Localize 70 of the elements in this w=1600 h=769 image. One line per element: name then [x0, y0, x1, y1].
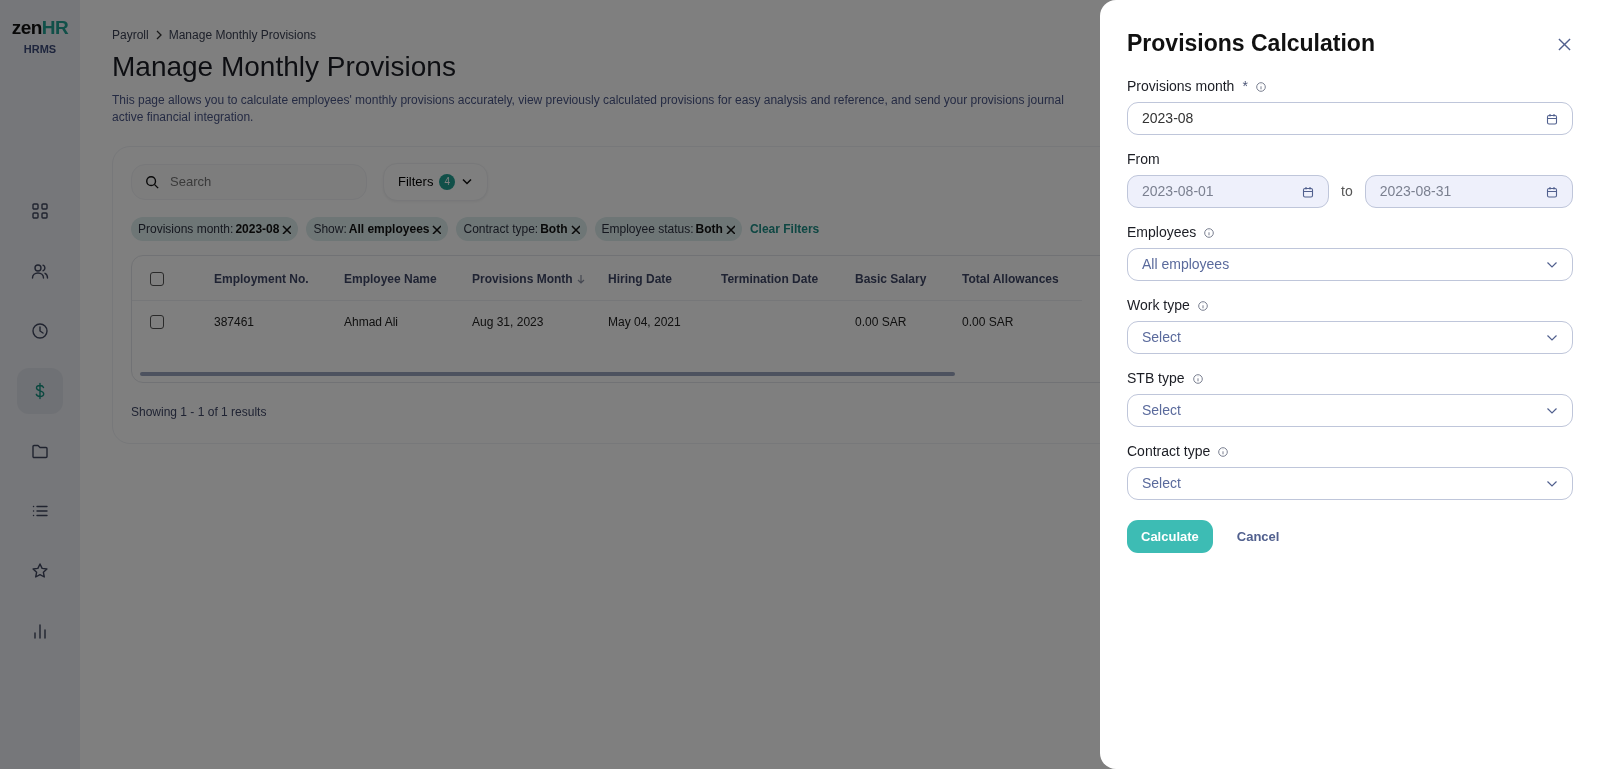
cancel-button[interactable]: Cancel: [1230, 525, 1286, 548]
column-header[interactable]: Total Allowances: [962, 271, 1059, 286]
field-label: STB type: [1127, 369, 1185, 388]
logo-subtitle: HRMS: [23, 42, 57, 57]
search-icon: [145, 174, 159, 189]
filter-chip[interactable]: Provisions month: 2023-08: [131, 216, 299, 241]
bar-chart-icon: [31, 621, 49, 640]
column-header[interactable]: Basic Salary: [855, 271, 927, 286]
column-header[interactable]: Employee Name: [344, 271, 437, 286]
info-icon: [1255, 81, 1266, 92]
grid-icon: [31, 201, 49, 220]
column-header[interactable]: Hiring Date: [608, 271, 672, 286]
field-label: Employees: [1127, 223, 1197, 242]
chevron-right-icon: [154, 30, 163, 40]
table-cell: May 04, 2021: [608, 314, 681, 329]
calendar-icon: [1302, 185, 1314, 198]
column-header[interactable]: Employment No.: [214, 271, 309, 286]
info-icon: [1204, 227, 1215, 238]
logo: zenHR: [11, 18, 69, 37]
remove-icon: [431, 223, 442, 234]
page-title: Manage Monthly Provisions: [112, 50, 456, 84]
calculate-button[interactable]: Calculate: [1127, 520, 1213, 553]
required-mark: *: [1242, 77, 1248, 96]
range-separator: to: [1341, 182, 1353, 201]
sidebar-item[interactable]: [17, 367, 63, 414]
results-count: Showing 1 - 1 of 1 results: [131, 403, 267, 421]
table-cell: 387461: [214, 314, 255, 329]
select-field[interactable]: Select: [1127, 321, 1573, 354]
field-label: Work type: [1127, 296, 1190, 315]
column-header[interactable]: Provisions Month: [472, 271, 573, 286]
close-icon: [1558, 38, 1571, 52]
column-header[interactable]: Termination Date: [721, 271, 819, 286]
filter-chip[interactable]: Employee status: Both: [594, 216, 742, 241]
page-description: active financial integration.: [112, 108, 254, 126]
table-cell: Aug 31, 2023: [472, 314, 544, 329]
filter-chip[interactable]: Contract type: Both: [456, 216, 587, 241]
filters-button[interactable]: Filters 4: [383, 162, 489, 201]
people-icon: [31, 261, 49, 280]
table-cell: 0.00 SAR: [962, 314, 1014, 329]
clear-filters-link[interactable]: Clear Filters: [749, 219, 820, 238]
select-field[interactable]: Select: [1127, 394, 1573, 427]
remove-icon: [569, 223, 580, 234]
select-field[interactable]: Select: [1127, 467, 1573, 500]
table-cell: 0.00 SAR: [855, 314, 907, 329]
field-label: Contract type: [1127, 442, 1211, 461]
filter-chip[interactable]: Show: All employees: [306, 216, 449, 241]
info-icon: [1218, 446, 1229, 457]
sort-arrow-icon: [576, 274, 586, 285]
count-badge: 4: [439, 173, 456, 190]
star-icon: [31, 561, 49, 580]
page-description: This page allows you to calculate employees' monthly provisions accurately, view previously calculated provisions for easy analysis and reference, and send your provisions journal: [112, 91, 1064, 109]
remove-icon: [724, 223, 735, 234]
clock-icon: [31, 321, 49, 340]
field-label: From: [1127, 150, 1160, 169]
row-checkbox[interactable]: [150, 315, 164, 330]
month-field[interactable]: 2023-08: [1127, 102, 1573, 135]
remove-icon: [281, 223, 292, 234]
field-label: Provisions month: [1127, 77, 1235, 96]
breadcrumb-current: Manage Monthly Provisions: [168, 27, 317, 44]
calendar-icon: [1546, 185, 1558, 198]
select-all-checkbox[interactable]: [150, 272, 164, 287]
scrollbar[interactable]: [140, 371, 955, 376]
select-field[interactable]: All employees: [1127, 248, 1573, 281]
search-field[interactable]: Search: [131, 163, 367, 200]
info-icon: [1197, 300, 1208, 311]
calendar-icon: [1546, 112, 1558, 125]
breadcrumb-link[interactable]: Payroll: [112, 26, 149, 44]
drawer-title: Provisions Calculation: [1127, 30, 1375, 58]
table-cell: Ahmad Ali: [344, 314, 399, 329]
info-icon: [1192, 373, 1203, 384]
